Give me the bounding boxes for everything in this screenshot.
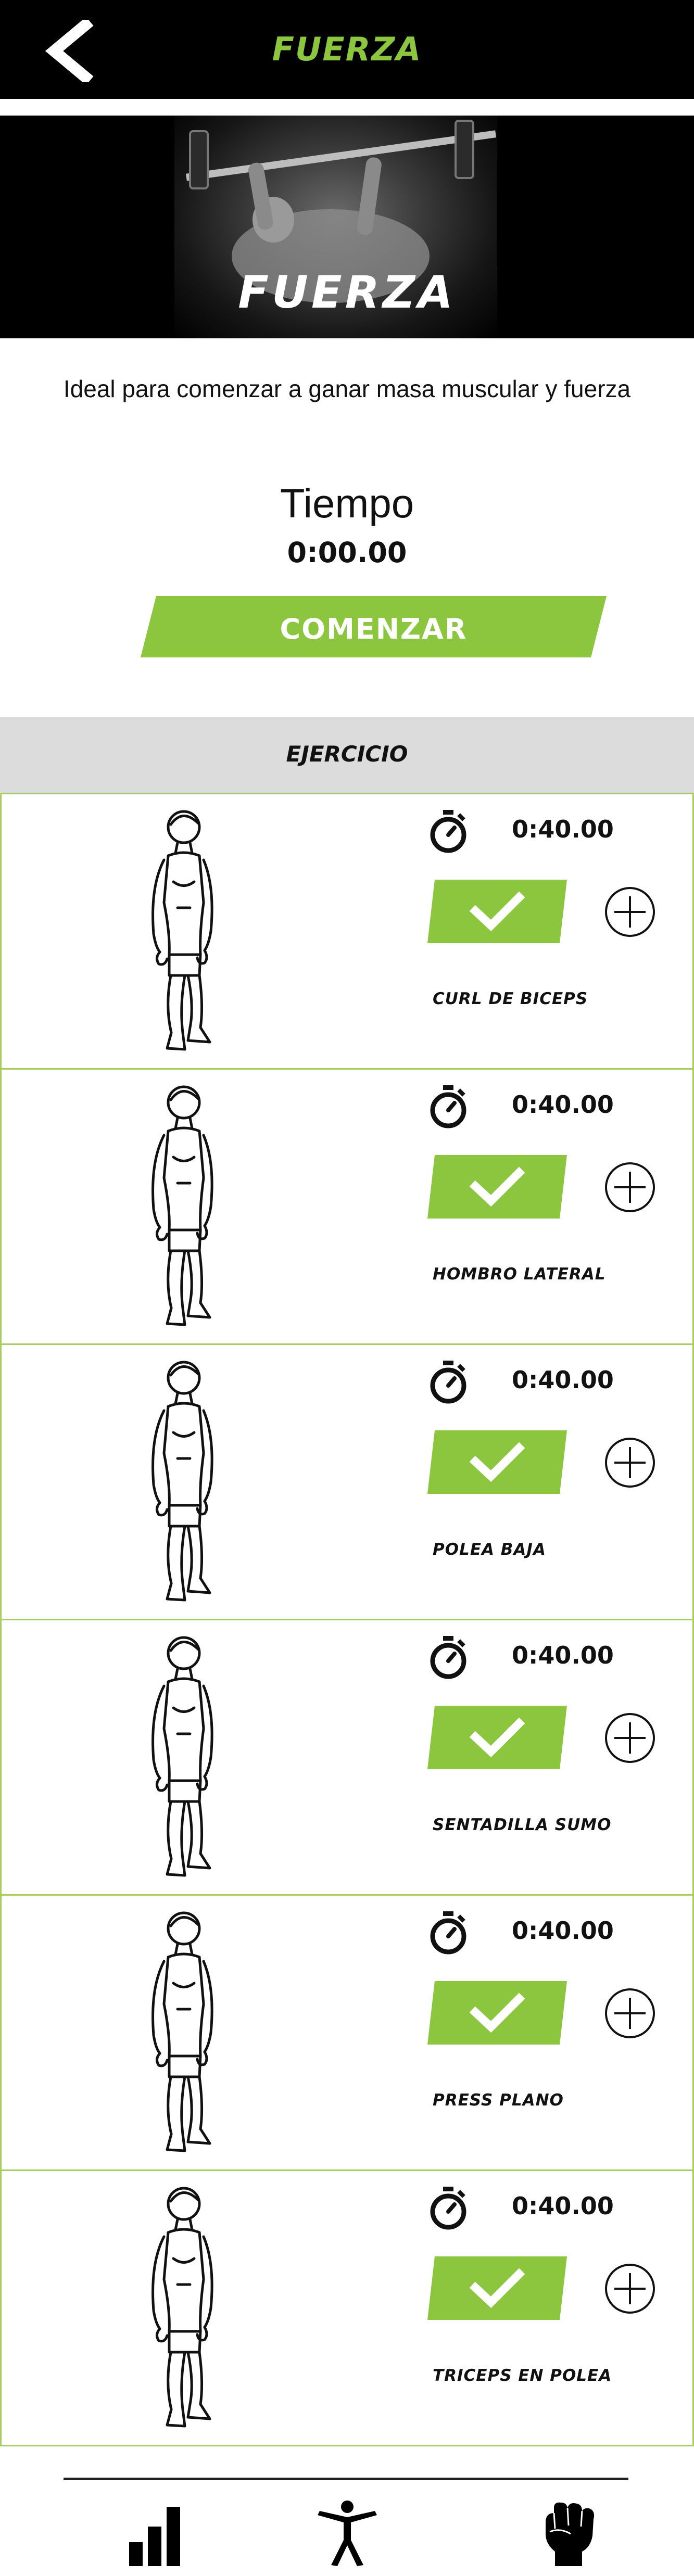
nav-strength-button[interactable]	[534, 2499, 602, 2567]
exercise-name: CURL DE BICEPS	[433, 989, 588, 1008]
add-exercise-button[interactable]	[604, 1437, 656, 1489]
nav-stats-button[interactable]	[122, 2499, 190, 2567]
exercise-name: PRESS PLANO	[433, 2091, 564, 2110]
start-button[interactable]: COMENZAR	[141, 596, 607, 657]
section-header: EJERCICIO	[0, 717, 694, 794]
exercise-name: HOMBRO LATERAL	[433, 1265, 606, 1284]
exercise-figure-illustration	[121, 804, 251, 1059]
timer-value: 0:00.00	[287, 536, 407, 569]
fist-icon	[546, 2502, 595, 2566]
complete-exercise-button[interactable]	[427, 1155, 567, 1219]
exercise-figure-illustration	[121, 1354, 251, 1609]
exercise-duration: 0:40.00	[512, 2192, 614, 2220]
exercise-duration: 0:40.00	[512, 1090, 614, 1119]
exercise-name: POLEA BAJA	[433, 1540, 546, 1559]
add-exercise-button[interactable]	[604, 2263, 656, 2315]
bottom-navigation	[0, 2478, 694, 2576]
timer-label: Tiempo	[280, 480, 414, 526]
app-header: FUERZA	[0, 0, 694, 99]
plus-circle-icon	[605, 1988, 655, 2038]
exercise-row[interactable]: 0:40.00 HOMBRO LATERAL	[0, 1068, 694, 1345]
stopwatch-icon	[427, 2186, 469, 2230]
exercise-row[interactable]: 0:40.00 CURL DE BICEPS	[0, 793, 694, 1070]
exercise-figure-illustration	[121, 1079, 251, 1334]
exercise-duration: 0:40.00	[512, 1917, 614, 1945]
add-exercise-button[interactable]	[604, 1161, 656, 1213]
exercise-list: 0:40.00 CURL DE BICEPS 0:40.00 HOMBRO LA…	[0, 793, 694, 2446]
exercise-row[interactable]: 0:40.00 TRICEPS EN POLEA	[0, 2169, 694, 2446]
section-title: EJERCICIO	[286, 741, 408, 767]
complete-exercise-button[interactable]	[427, 1430, 567, 1494]
exercise-row[interactable]: 0:40.00 POLEA BAJA	[0, 1343, 694, 1620]
hero-banner: FUERZA	[0, 116, 694, 338]
stopwatch-icon	[427, 1360, 469, 1404]
complete-exercise-button[interactable]	[427, 880, 567, 943]
add-exercise-button[interactable]	[604, 1987, 656, 2039]
exercise-row[interactable]: 0:40.00 SENTADILLA SUMO	[0, 1619, 694, 1896]
stopwatch-icon	[427, 1910, 469, 1955]
routine-description: Ideal para comenzar a ganar masa muscula…	[63, 375, 631, 402]
exercise-name: TRICEPS EN POLEA	[433, 2366, 612, 2385]
plus-circle-icon	[605, 2264, 655, 2314]
stopwatch-icon	[427, 809, 469, 854]
exercise-duration: 0:40.00	[512, 815, 614, 843]
exercise-name: SENTADILLA SUMO	[433, 1816, 612, 1834]
exercise-figure-illustration	[121, 1630, 251, 1885]
stopwatch-icon	[427, 1084, 469, 1129]
exercise-row[interactable]: 0:40.00 PRESS PLANO	[0, 1894, 694, 2171]
complete-exercise-button[interactable]	[427, 1706, 567, 1769]
stopwatch-icon	[427, 1635, 469, 1680]
bar-chart-icon	[129, 2507, 180, 2566]
start-button-label: COMENZAR	[280, 613, 468, 645]
exercise-duration: 0:40.00	[512, 1366, 614, 1394]
add-exercise-button[interactable]	[604, 886, 656, 938]
person-icon	[318, 2501, 377, 2566]
plus-circle-icon	[605, 1438, 655, 1488]
complete-exercise-button[interactable]	[427, 2256, 567, 2320]
exercise-duration: 0:40.00	[512, 1641, 614, 1669]
plus-circle-icon	[605, 887, 655, 937]
nav-exercises-button[interactable]	[313, 2499, 381, 2567]
page-title: FUERZA	[272, 30, 422, 68]
add-exercise-button[interactable]	[604, 1712, 656, 1764]
nav-divider	[64, 2478, 628, 2480]
complete-exercise-button[interactable]	[427, 1981, 567, 2045]
plus-circle-icon	[605, 1713, 655, 1763]
plus-circle-icon	[605, 1162, 655, 1212]
exercise-figure-illustration	[121, 1905, 251, 2160]
exercise-figure-illustration	[121, 2180, 251, 2435]
hero-title: FUERZA	[238, 267, 456, 319]
